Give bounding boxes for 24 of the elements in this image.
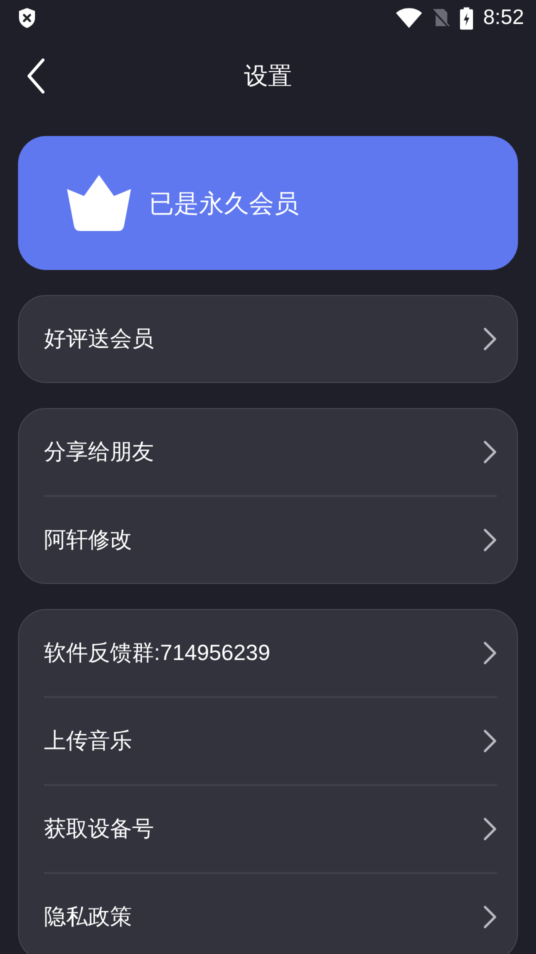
chevron-right-icon bbox=[483, 641, 497, 665]
membership-status: 已是永久会员 bbox=[149, 188, 299, 220]
membership-card[interactable]: 已是永久会员 bbox=[18, 136, 518, 270]
battery-charging-icon bbox=[460, 6, 474, 30]
chevron-right-icon bbox=[483, 327, 497, 351]
shield-icon bbox=[17, 7, 37, 29]
chevron-right-icon bbox=[483, 440, 497, 464]
settings-item[interactable]: 隐私政策 bbox=[44, 874, 497, 954]
chevron-right-icon bbox=[483, 729, 497, 753]
back-button[interactable] bbox=[26, 58, 46, 94]
chevron-right-icon bbox=[483, 528, 497, 552]
settings-item[interactable]: 阿轩修改 bbox=[44, 497, 497, 583]
clock-time: 8:52 bbox=[483, 6, 524, 30]
no-sim-icon bbox=[432, 8, 450, 28]
crown-icon bbox=[67, 175, 131, 231]
settings-item[interactable]: 分享给朋友 bbox=[44, 409, 497, 495]
page-title: 设置 bbox=[244, 61, 292, 92]
settings-item[interactable]: 软件反馈群:714956239 bbox=[44, 610, 497, 696]
settings-item[interactable]: 上传音乐 bbox=[44, 698, 497, 784]
chevron-right-icon bbox=[483, 905, 497, 929]
settings-item[interactable]: 获取设备号 bbox=[44, 786, 497, 872]
wifi-icon bbox=[396, 8, 422, 28]
settings-item[interactable]: 好评送会员 bbox=[44, 296, 497, 382]
chevron-right-icon bbox=[483, 817, 497, 841]
